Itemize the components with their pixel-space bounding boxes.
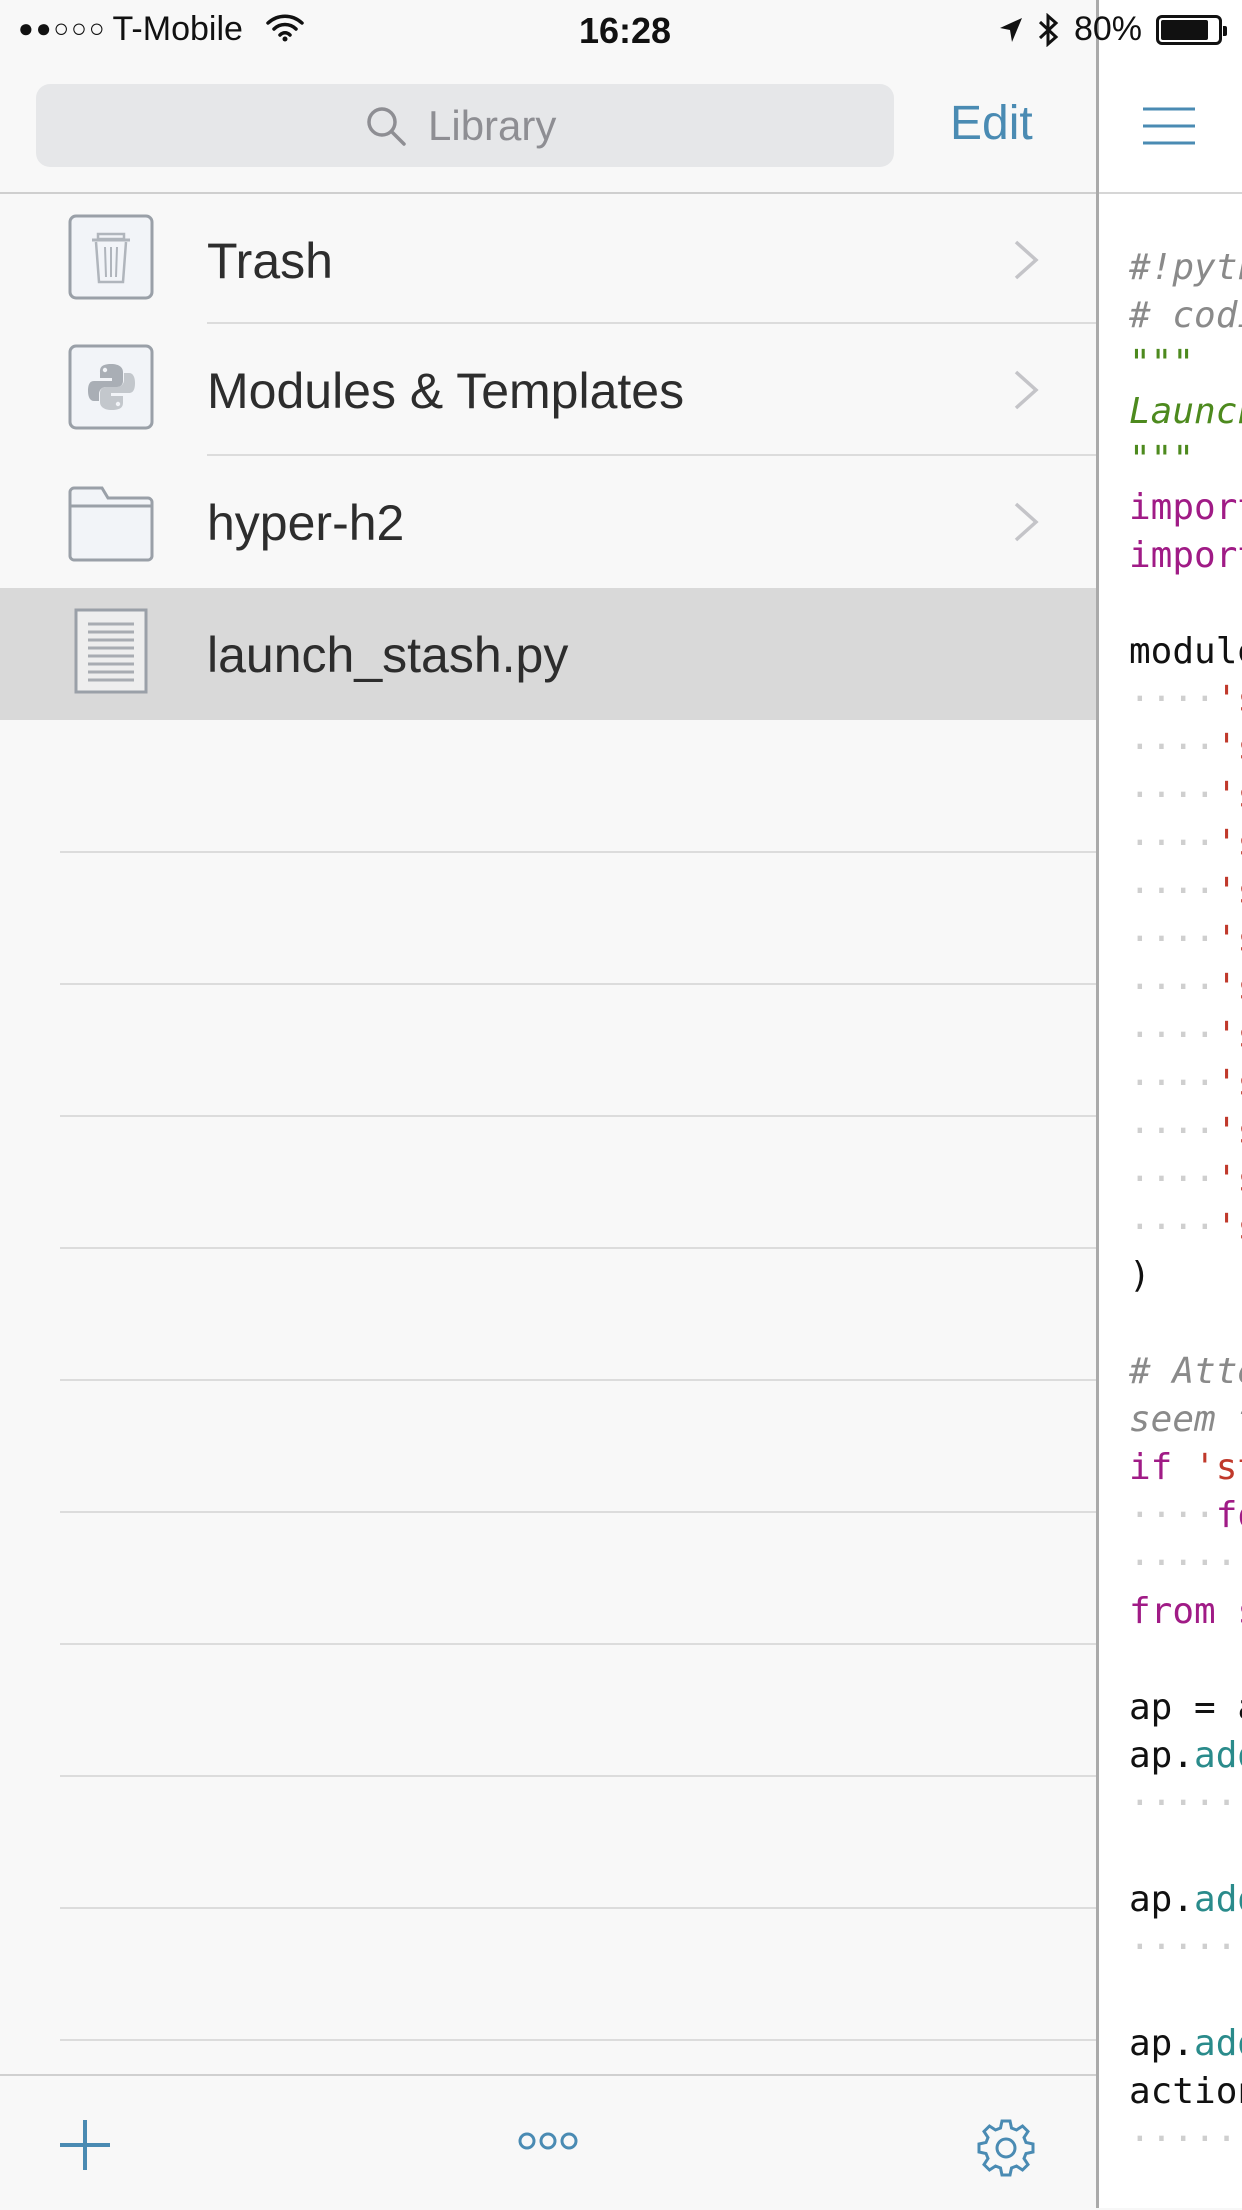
code-line: ····'s [1129,967,1242,1008]
code-line: import [1129,535,1242,576]
library-item-launch-stash[interactable]: launch_stash.py [0,588,1096,720]
code-line: if 'st [1129,1447,1242,1488]
plus-icon[interactable] [58,2118,112,2172]
code-line: module [1129,631,1242,672]
code-line: action [1129,2071,1242,2112]
code-line: # Atte [1129,1351,1242,1392]
code-line: ····'s [1129,1015,1242,1056]
empty-row-divider [60,1247,1096,1249]
code-line: ap.add [1129,1735,1242,1776]
empty-row-divider [60,2039,1096,2041]
library-item-hyper-h2[interactable]: hyper-h2 [0,456,1096,588]
code-line: ····'s [1129,1063,1242,1104]
code-line: #!pyth [1129,247,1242,288]
trash-icon [68,214,154,300]
gear-icon[interactable] [974,2116,1038,2180]
code-line: Launch [1129,391,1242,432]
code-line: ····'s [1129,871,1242,912]
code-line: ap.add [1129,2023,1242,2064]
code-line: ····'s [1129,775,1242,816]
folder-icon [68,486,154,562]
code-line: ····'s [1129,727,1242,768]
empty-row-divider [60,983,1096,985]
more-icon[interactable] [518,2130,578,2152]
empty-row-divider [60,1775,1096,1777]
search-field[interactable]: Library [36,84,894,167]
chevron-right-icon [1014,370,1039,410]
code-line: ) [1129,1255,1151,1296]
hamburger-icon[interactable] [1143,106,1195,146]
code-line: # codi [1129,295,1242,336]
library-item-label: Modules & Templates [207,363,685,419]
chevron-right-icon [1014,240,1039,280]
code-editor[interactable]: #!pyth # codi """ Launch """ import import modu… [1129,244,1242,2164]
status-bar: ●●○○○ T-Mobile 16:28 80% [0,0,1242,60]
code-line: from s [1129,1591,1242,1632]
editor-panel[interactable]: #!pyth # codi """ Launch """ import import modu… [1099,0,1242,2208]
code-line: import [1129,487,1242,528]
code-line: ····fo [1129,1495,1242,1536]
document-icon [74,608,148,694]
code-line: ap.add [1129,1879,1242,1920]
code-line: ····'s [1129,1207,1242,1248]
code-line: """ [1129,439,1195,480]
location-icon [999,17,1022,42]
library-panel: Library Edit Trash Modules & Templates h… [0,0,1096,2210]
search-icon [367,107,406,146]
empty-row-divider [60,1379,1096,1381]
library-item-label: launch_stash.py [207,627,569,683]
edit-button[interactable]: Edit [950,96,1033,151]
code-line: ······ [1129,1927,1242,1968]
code-line: ······ [1129,1543,1242,1584]
editor-header-divider [1099,192,1242,194]
code-line: ······ [1129,1783,1242,1824]
python-icon [68,344,154,430]
chevron-right-icon [1014,502,1039,542]
empty-row-divider [60,1643,1096,1645]
battery-icon [1156,14,1227,45]
battery-percent: 80% [1073,10,1142,48]
bluetooth-icon [1038,12,1059,47]
code-line: seem t [1129,1399,1242,1440]
code-line: ····'s [1129,1159,1242,1200]
library-item-label: hyper-h2 [207,495,405,551]
status-right: 80% [998,10,1227,49]
search-placeholder: Library [428,102,557,149]
library-item-modules-templates[interactable]: Modules & Templates [0,324,1096,456]
empty-row-divider [60,851,1096,853]
bottom-toolbar [0,2074,1096,2210]
code-line: """ [1129,343,1195,384]
library-item-label: Trash [207,233,333,289]
code-line: ····'s [1129,823,1242,864]
empty-row-divider [60,1115,1096,1117]
code-line: ap = a [1129,1687,1242,1728]
code-line: ····'s [1129,919,1242,960]
library-item-trash[interactable]: Trash [0,194,1096,326]
empty-row-divider [60,1511,1096,1513]
code-line: ····'s [1129,1111,1242,1152]
empty-row-divider [60,1907,1096,1909]
code-line: ····'s [1129,679,1242,720]
code-line: ······ [1129,2119,1242,2160]
